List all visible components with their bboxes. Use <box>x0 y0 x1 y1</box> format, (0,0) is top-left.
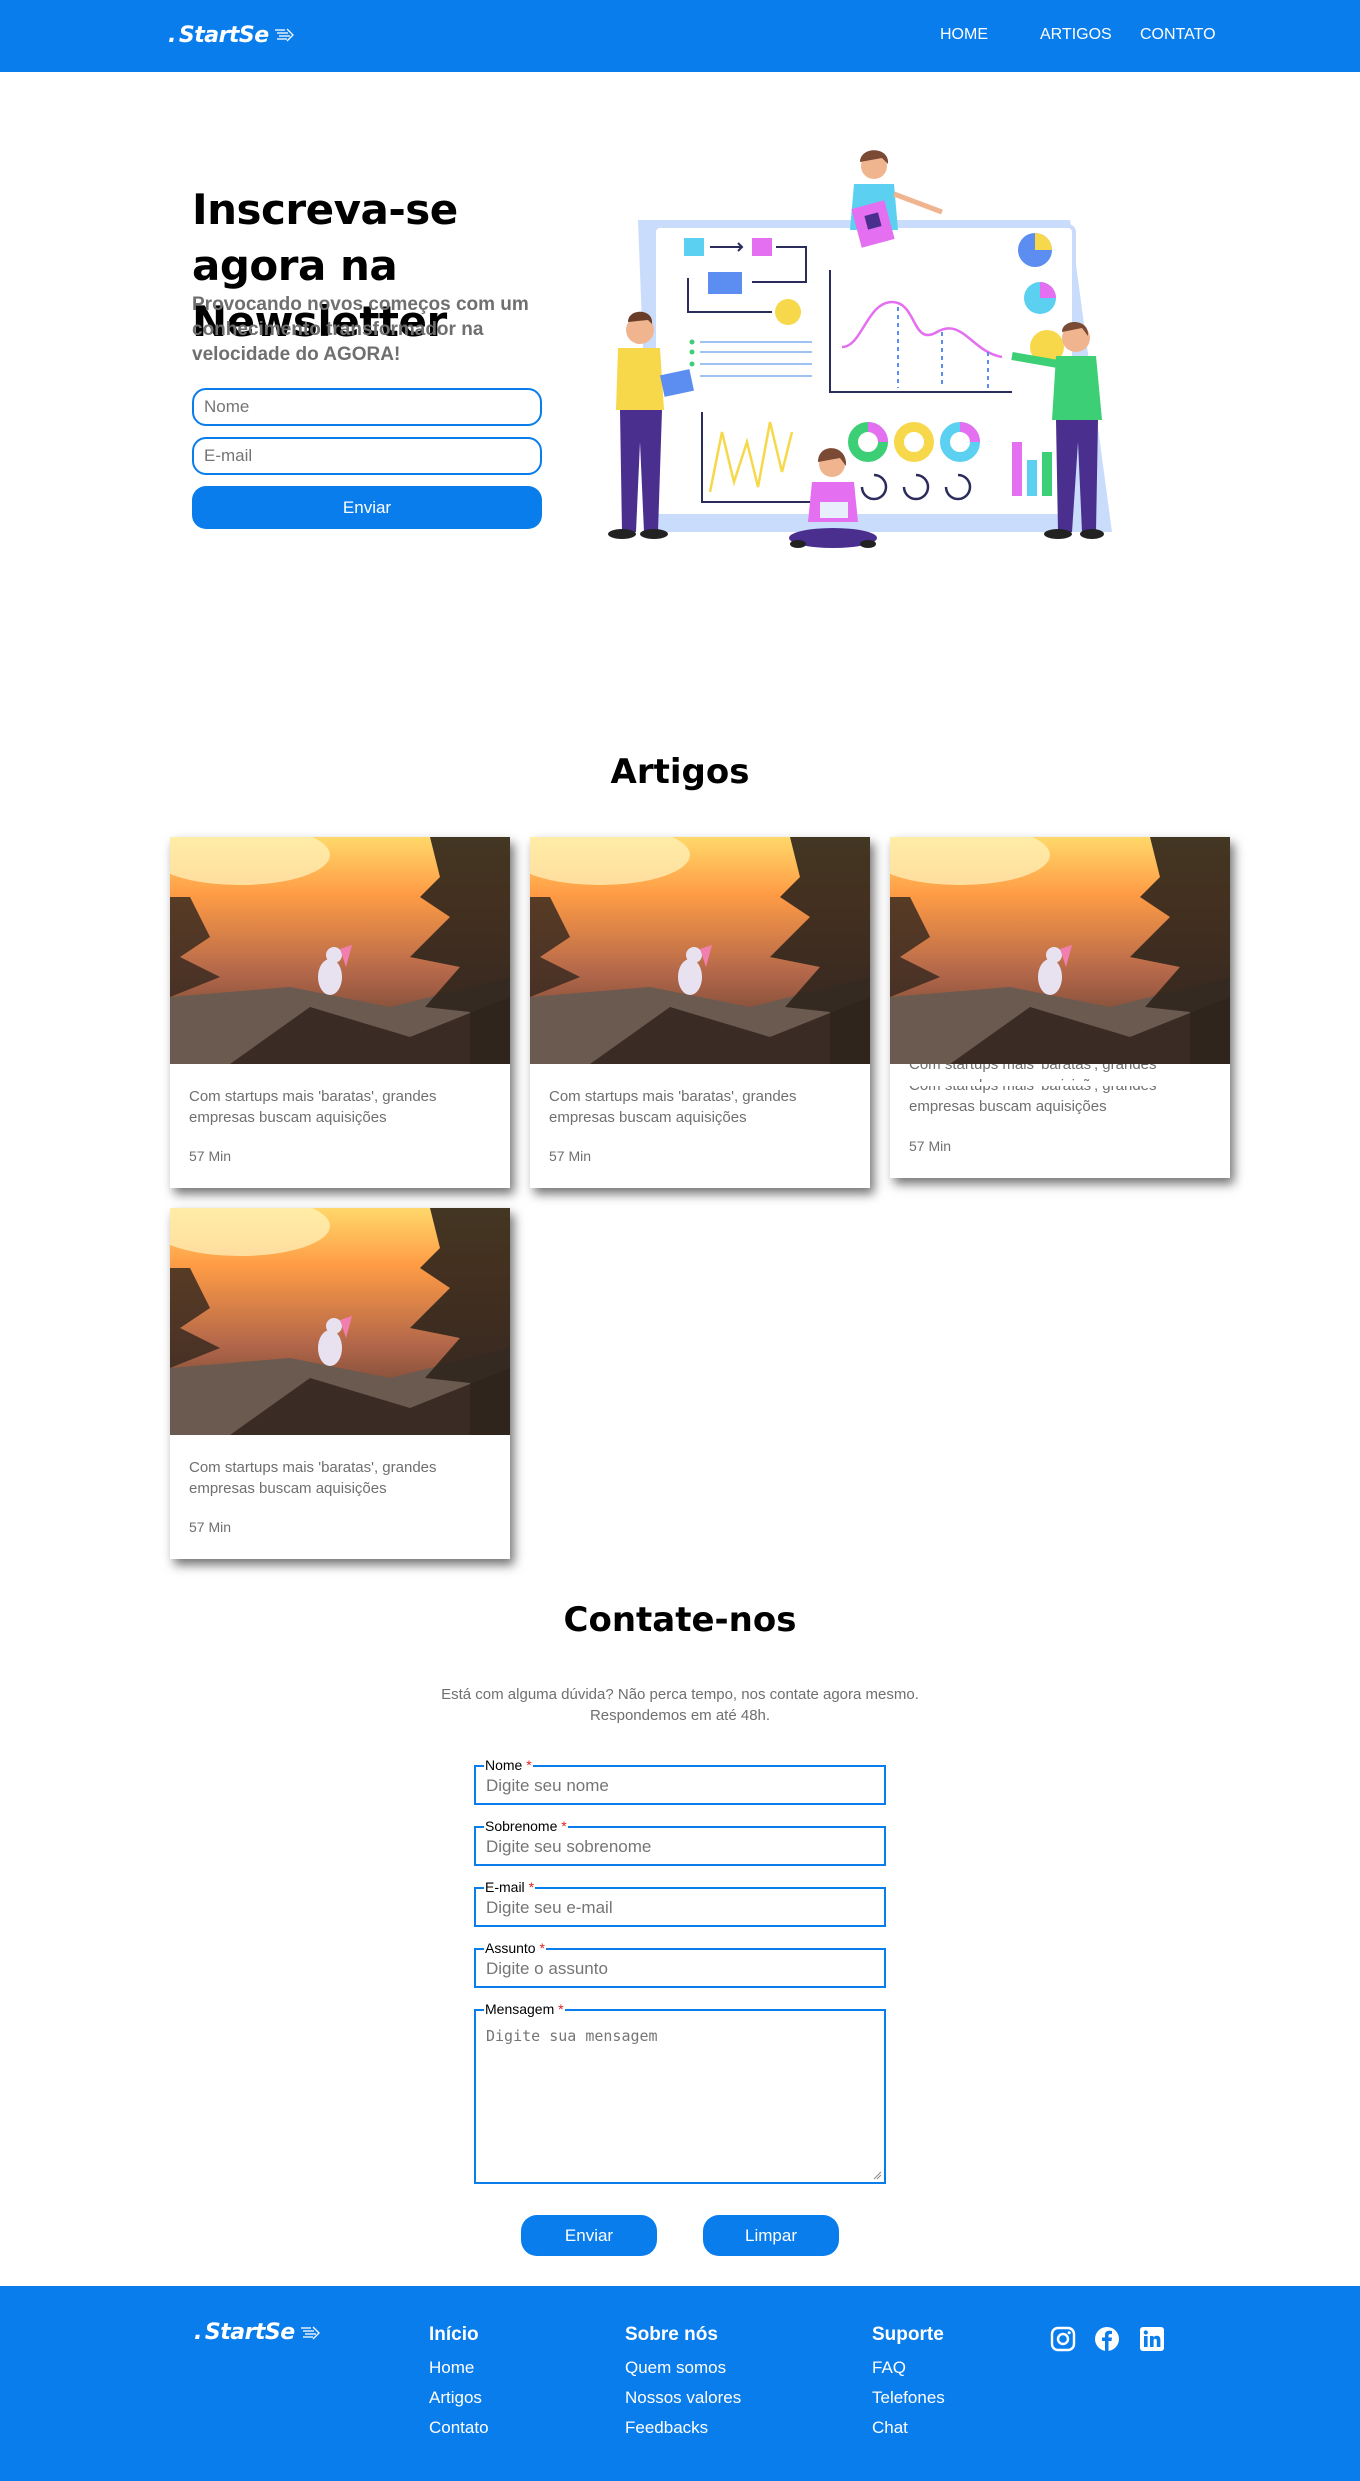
article-thumbnail <box>530 837 870 1064</box>
footer-link-faq[interactable]: FAQ <box>872 2358 906 2378</box>
article-card[interactable]: Com startups mais 'baratas', grandes emp… <box>530 837 870 1188</box>
contact-email-field: E-mail * <box>474 1879 886 1927</box>
article-read-time: 57 Min <box>189 1148 232 1164</box>
article-card[interactable]: Com startups mais 'baratas', grandes emp… <box>170 1208 510 1559</box>
article-title: Com startups mais 'baratas', grandes emp… <box>189 1459 437 1497</box>
contact-surname-label: Sobrenome <box>485 1818 558 1834</box>
article-title: Com startups mais 'baratas', grandes emp… <box>189 1088 437 1126</box>
logo-dot: . <box>194 2320 202 2345</box>
newsletter-illustration <box>608 150 1112 548</box>
contact-message-textarea[interactable] <box>486 2027 878 2176</box>
footer-link-contato[interactable]: Contato <box>429 2418 489 2438</box>
footer-link-quem-somos[interactable]: Quem somos <box>625 2358 726 2378</box>
required-mark: * <box>558 2001 564 2017</box>
logo-arrow-icon <box>300 2326 320 2339</box>
logo-dot: . <box>168 22 176 48</box>
contact-surname-input[interactable] <box>486 1836 878 1858</box>
article-thumbnail <box>890 837 1230 1064</box>
logo-text: StartSe <box>178 22 269 48</box>
nav-contato[interactable]: CONTATO <box>1140 26 1216 44</box>
article-read-time: 57 Min <box>189 1519 232 1535</box>
footer-col-sobre-title: Sobre nós <box>625 2324 718 2345</box>
contact-name-input[interactable] <box>486 1775 878 1797</box>
articles-title: Artigos <box>610 752 750 792</box>
footer-link-artigos[interactable]: Artigos <box>429 2388 482 2408</box>
newsletter-email-input[interactable] <box>192 437 542 475</box>
footer-link-chat[interactable]: Chat <box>872 2418 908 2438</box>
article-title: Com startups mais 'baratas', grandes emp… <box>909 1064 1157 1082</box>
footer-col-suporte-title: Suporte <box>872 2324 944 2345</box>
contact-subject-label: Assunto <box>485 1940 536 1956</box>
facebook-icon[interactable] <box>1094 2326 1120 2352</box>
instagram-icon[interactable] <box>1050 2326 1076 2352</box>
contact-message-field: Mensagem * <box>474 2001 886 2184</box>
footer-col-inicio-title: Início <box>429 2324 479 2345</box>
article-text-clip: Com startups mais 'baratas', grandes emp… <box>890 1064 1230 1082</box>
article-read-time: 57 Min <box>909 1138 952 1154</box>
resize-handle-icon[interactable] <box>873 2171 882 2180</box>
footer-logo[interactable]: . StartSe <box>194 2320 321 2345</box>
nav-home[interactable]: HOME <box>940 26 988 44</box>
required-mark: * <box>539 1940 545 1956</box>
contact-title: Contate-nos <box>563 1600 797 1640</box>
contact-submit-button[interactable]: Enviar <box>521 2215 657 2256</box>
contact-clear-button[interactable]: Limpar <box>703 2215 839 2256</box>
article-thumbnail <box>170 1208 510 1435</box>
contact-email-input[interactable] <box>486 1897 878 1919</box>
footer-link-home[interactable]: Home <box>429 2358 474 2378</box>
logo-arrow-icon <box>274 28 294 42</box>
newsletter-submit-button[interactable]: Enviar <box>192 486 542 529</box>
required-mark: * <box>526 1757 532 1773</box>
article-card[interactable]: Com startups mais 'baratas', grandes emp… <box>170 837 510 1188</box>
footer-link-feedbacks[interactable]: Feedbacks <box>625 2418 708 2438</box>
article-thumbnail <box>170 837 510 1064</box>
header-logo[interactable]: . StartSe <box>168 20 295 50</box>
logo-text: StartSe <box>204 2320 295 2345</box>
contact-name-field: Nome * <box>474 1757 886 1805</box>
contact-name-label: Nome <box>485 1757 523 1773</box>
footer-link-telefones[interactable]: Telefones <box>872 2388 945 2408</box>
article-card[interactable]: Com startups mais 'baratas', grandes emp… <box>890 837 1230 1178</box>
nav-artigos[interactable]: ARTIGOS <box>1040 26 1112 44</box>
contact-email-label: E-mail <box>485 1879 525 1895</box>
newsletter-name-input[interactable] <box>192 388 542 426</box>
linkedin-icon[interactable] <box>1139 2326 1165 2352</box>
contact-surname-field: Sobrenome * <box>474 1818 886 1866</box>
site-footer: . StartSe Início Home Artigos Contato So… <box>0 2286 1360 2481</box>
footer-link-valores[interactable]: Nossos valores <box>625 2388 741 2408</box>
contact-message-label: Mensagem <box>485 2001 555 2017</box>
contact-subject-field: Assunto * <box>474 1940 886 1988</box>
site-header: . StartSe HOME ARTIGOS CONTATO <box>0 0 1360 72</box>
article-title: Com startups mais 'baratas', grandes emp… <box>549 1088 797 1126</box>
required-mark: * <box>528 1879 535 1895</box>
article-read-time: 57 Min <box>549 1148 592 1164</box>
newsletter-subtitle: Provocando novos começos com um conhecim… <box>192 294 529 365</box>
contact-description: Está com alguma dúvida? Não perca tempo,… <box>441 1686 919 1724</box>
required-mark: * <box>561 1818 567 1834</box>
contact-subject-input[interactable] <box>486 1958 878 1980</box>
